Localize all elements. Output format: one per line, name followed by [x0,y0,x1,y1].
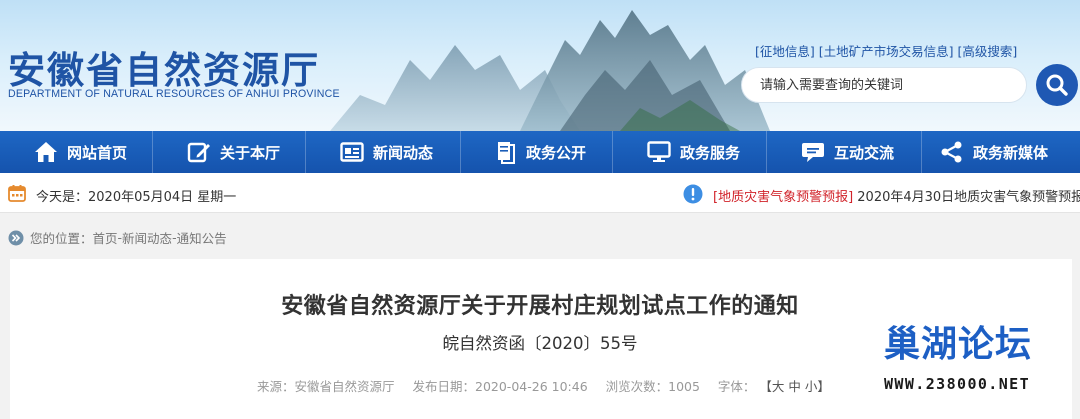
header-banner: 安徽省自然资源厅 DEPARTMENT OF NATURAL RESOURCES… [0,0,1080,131]
info-icon [683,184,703,204]
nav-item-government-affairs[interactable]: 政务公开 [461,131,613,173]
geo-hazard-alert-link[interactable]: [地质灾害气象预警预报] 2020年4月30日地质灾害气象预警预报 [713,186,1080,205]
home-icon [35,142,57,162]
nav-item-government-services[interactable]: 政务服务 [613,131,767,173]
quick-link-advanced-search[interactable]: [高级搜索] [958,44,1018,59]
news-icon [340,142,364,162]
article-source: 来源：安徽省自然资源厅 [257,379,395,394]
nav-item-new-media[interactable]: 政务新媒体 [922,131,1080,173]
site-subtitle: DEPARTMENT OF NATURAL RESOURCES OF ANHUI… [8,88,340,100]
search-button[interactable] [1036,64,1078,106]
nav-item-news[interactable]: 新闻动态 [306,131,461,173]
breadcrumb-home[interactable]: 首页 [93,228,118,247]
breadcrumb-notices[interactable]: 通知公告 [177,228,227,247]
nav-label: 政务服务 [680,143,741,162]
breadcrumb-prefix: 您的位置： [30,231,93,246]
monitor-icon [647,141,671,162]
forum-watermark: 巢湖论坛 WWW.238000.NET [880,315,1080,397]
quick-link-land-acquisition[interactable]: [征地信息] [755,44,815,59]
share-icon [941,141,962,163]
search-input[interactable] [741,67,1027,103]
alert-headline: 2020年4月30日地质灾害气象预警预报 [853,190,1080,205]
article-meta: 来源：安徽省自然资源厅 发布日期：2020-04-26 10:46 浏览次数：1… [257,376,830,395]
nav-label: 政务新媒体 [973,143,1049,162]
nav-item-home[interactable]: 网站首页 [0,131,153,173]
breadcrumb: 您的位置： 首页 - 新闻动态 - 通知公告 [8,228,227,247]
info-bar: 今天是：2020年05月04日 星期一 [地质灾害气象预警预报] 2020年4月… [0,173,1080,213]
article-views: 浏览次数：1005 [605,379,700,394]
nav-label: 新闻动态 [373,143,434,162]
main-nav: 网站首页 关于本厅 新闻动态 政务公开 政务服务 互动交流 政务新媒体 [0,131,1080,173]
article-date: 发布日期：2020-04-26 10:46 [412,379,588,394]
edit-icon [187,142,210,163]
calendar-icon [8,185,26,202]
site-title: 安徽省自然资源厅 [8,48,320,92]
breadcrumb-news[interactable]: 新闻动态 [122,228,172,247]
watermark-url: WWW.238000.NET [884,375,1031,393]
watermark-logo-text: 巢湖论坛 [884,324,1033,365]
nav-label: 关于本厅 [220,143,281,162]
document-icon [498,142,515,164]
nav-label: 网站首页 [67,143,128,162]
chat-icon [802,143,824,162]
font-size-switcher[interactable]: 【大 中 小】 [759,379,829,394]
quick-link-land-mineral-market[interactable]: [土地矿产市场交易信息] [819,44,954,59]
double-chevron-right-icon [8,230,24,245]
alert-tag: [地质灾害气象预警预报] [713,190,854,205]
font-size-label: 字体： [717,379,756,394]
nav-item-interaction[interactable]: 互动交流 [767,131,922,173]
nav-label: 政务公开 [526,143,587,162]
search-icon [1046,74,1068,96]
nav-item-about[interactable]: 关于本厅 [153,131,306,173]
nav-label: 互动交流 [834,143,895,162]
quick-links: [征地信息] [土地矿产市场交易信息] [高级搜索] [755,41,1017,60]
current-date: 今天是：2020年05月04日 星期一 [36,190,237,205]
